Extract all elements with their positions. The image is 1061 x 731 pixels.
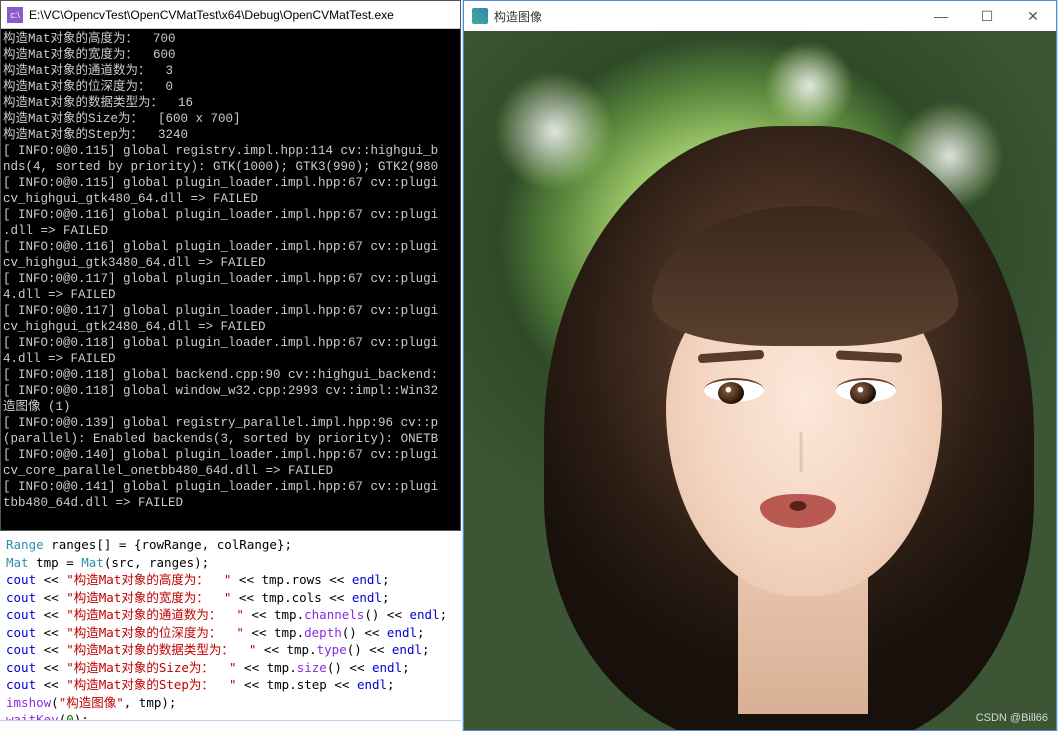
code-token: tmp = <box>29 555 82 570</box>
code-token: << <box>36 607 66 622</box>
code-token: << tmp. <box>244 625 304 640</box>
code-token: endl <box>387 625 417 640</box>
code-token: << <box>36 572 66 587</box>
close-button[interactable]: ✕ <box>1010 1 1056 31</box>
code-token: ); <box>74 712 89 720</box>
code-token: << tmp.step << <box>237 677 357 692</box>
code-token: ; <box>417 625 425 640</box>
code-token: imshow <box>6 695 51 710</box>
code-token: ; <box>402 660 410 675</box>
code-token: "构造Mat对象的数据类型为： " <box>66 642 256 657</box>
eye-right <box>836 378 896 402</box>
code-token: "构造Mat对象的位深度为： " <box>66 625 244 640</box>
code-token: (src, ranges); <box>104 555 209 570</box>
code-token: cout <box>6 572 36 587</box>
code-token: depth <box>304 625 342 640</box>
image-window-title: 构造图像 <box>494 8 542 25</box>
code-token: endl <box>392 642 422 657</box>
code-token: () << <box>347 642 392 657</box>
minimize-button[interactable]: — <box>918 1 964 31</box>
code-token: << tmp. <box>237 660 297 675</box>
code-token: ; <box>422 642 430 657</box>
code-token: cout <box>6 607 36 622</box>
code-token: << tmp.rows << <box>231 572 351 587</box>
code-token: ; <box>387 677 395 692</box>
code-token: ; <box>382 572 390 587</box>
code-token: cout <box>6 642 36 657</box>
code-token: << tmp. <box>256 642 316 657</box>
code-token: type <box>317 642 347 657</box>
code-token: cout <box>6 660 36 675</box>
code-token: 0 <box>66 712 74 720</box>
code-token: endl <box>410 607 440 622</box>
console-title: E:\VC\OpencvTest\OpenCVMatTest\x64\Debug… <box>29 8 394 22</box>
code-token: "构造Mat对象的高度为： " <box>66 572 231 587</box>
code-token: , tmp); <box>124 695 177 710</box>
code-token: endl <box>352 590 382 605</box>
image-canvas: CSDN @Bill66 <box>464 31 1056 730</box>
code-token: ranges[] = {rowRange, colRange}; <box>44 537 292 552</box>
maximize-button[interactable]: ☐ <box>964 1 1010 31</box>
code-token: cout <box>6 625 36 640</box>
code-token: endl <box>372 660 402 675</box>
code-token: "构造Mat对象的宽度为： " <box>66 590 231 605</box>
watermark-text: CSDN @Bill66 <box>976 712 1048 724</box>
code-token: () << <box>364 607 409 622</box>
code-token: size <box>297 660 327 675</box>
code-token: << <box>36 660 66 675</box>
code-token: endl <box>352 572 382 587</box>
code-token: ; <box>382 590 390 605</box>
console-output[interactable]: 构造Mat对象的高度为： 700 构造Mat对象的宽度为： 600 构造Mat对… <box>1 29 460 530</box>
code-token: << <box>36 590 66 605</box>
code-token: "构造Mat对象的通道数为： " <box>66 607 244 622</box>
code-token: Range <box>6 537 44 552</box>
code-editor[interactable]: Range ranges[] = {rowRange, colRange}; M… <box>0 532 461 720</box>
image-titlebar[interactable]: 构造图像 — ☐ ✕ <box>464 1 1056 31</box>
editor-footer <box>0 720 461 731</box>
code-token: () << <box>342 625 387 640</box>
code-token: << <box>36 625 66 640</box>
code-token: << <box>36 677 66 692</box>
code-token: channels <box>304 607 364 622</box>
portrait-figure <box>574 96 1056 730</box>
opencv-app-icon <box>472 8 488 24</box>
code-token: << tmp. <box>244 607 304 622</box>
code-token: << <box>36 642 66 657</box>
image-window: 构造图像 — ☐ ✕ CSDN @Bill66 <box>463 0 1057 731</box>
console-window: c:\ E:\VC\OpencvTest\OpenCVMatTest\x64\D… <box>0 0 461 531</box>
code-token: () << <box>327 660 372 675</box>
code-token: ( <box>51 695 59 710</box>
code-token: endl <box>357 677 387 692</box>
console-app-icon: c:\ <box>7 7 23 23</box>
code-token: "构造图像" <box>59 695 124 710</box>
code-token: Mat <box>81 555 104 570</box>
code-token: cout <box>6 677 36 692</box>
code-token: ; <box>440 607 448 622</box>
eye-left <box>704 378 764 402</box>
console-titlebar[interactable]: c:\ E:\VC\OpencvTest\OpenCVMatTest\x64\D… <box>1 1 460 29</box>
code-token: << tmp.cols << <box>231 590 351 605</box>
code-token: Mat <box>6 555 29 570</box>
code-token: "构造Mat对象的Step为： " <box>66 677 236 692</box>
nose-shape <box>790 432 812 472</box>
code-token: cout <box>6 590 36 605</box>
code-token: "构造Mat对象的Size为： " <box>66 660 236 675</box>
code-token: waitKey <box>6 712 59 720</box>
